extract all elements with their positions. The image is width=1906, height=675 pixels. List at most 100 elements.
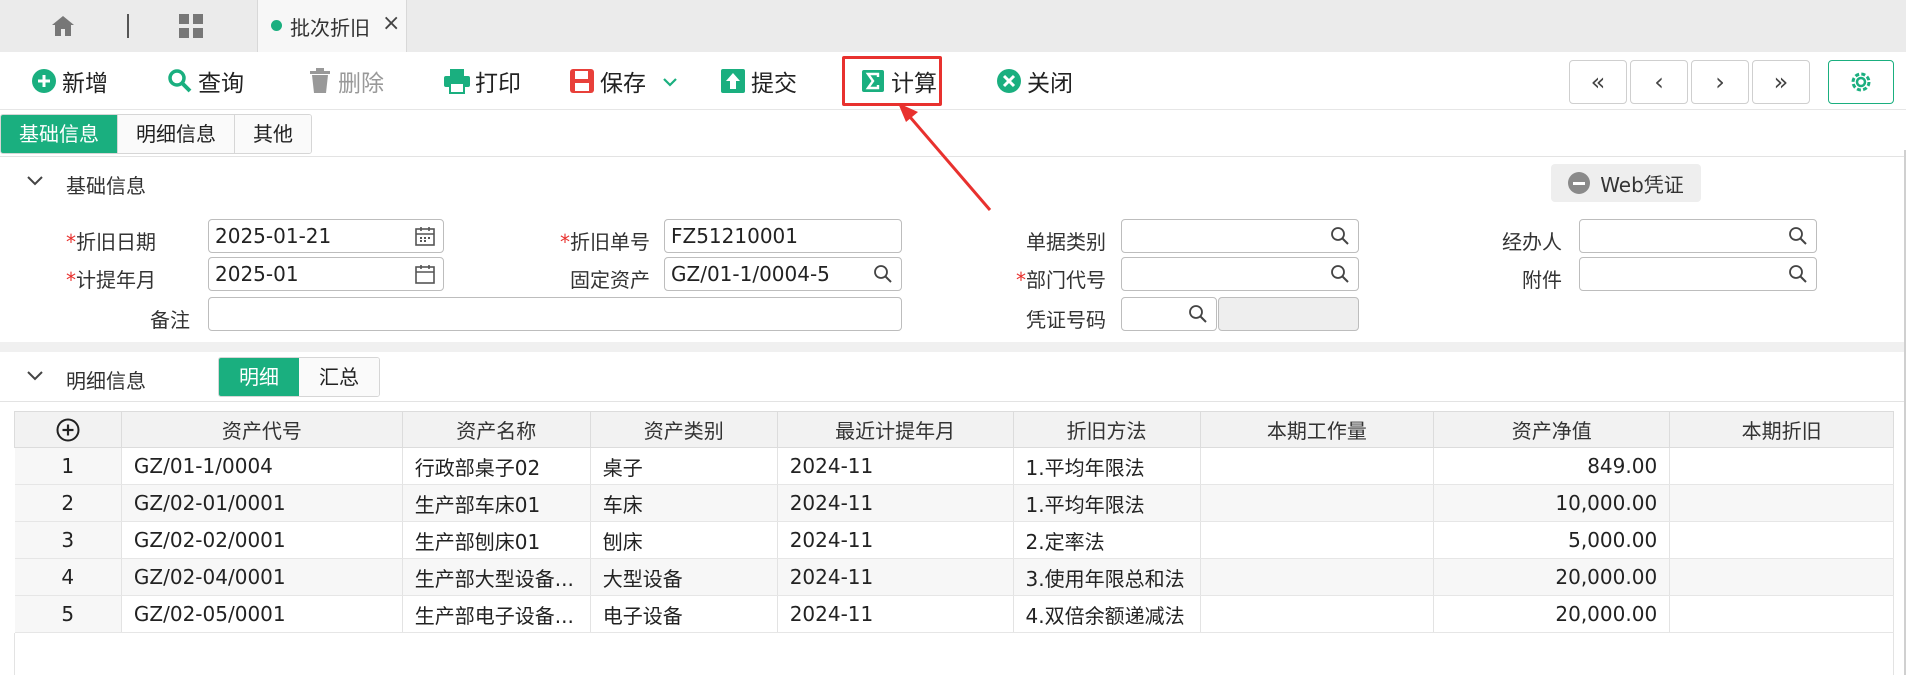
dep-method-cell[interactable]: 1.平均年限法 [1013,447,1201,485]
dep-no-field[interactable]: FZ51210001 [664,219,902,253]
column-header[interactable]: 最近计提年月 [776,411,1014,448]
remark-field[interactable] [208,297,902,331]
doc-type-field[interactable] [1121,219,1359,253]
voucher-no-field[interactable] [1121,297,1217,331]
save-disk-icon [568,67,596,95]
submit-button[interactable]: 提交 [719,64,797,98]
query-button[interactable]: 查询 [166,64,244,98]
table-row[interactable]: 5 GZ/02-05/0001 生产部电子设备... 电子设备 2024-11 … [14,595,1894,633]
current-dep-cell[interactable] [1669,484,1894,522]
table-row[interactable]: 3 GZ/02-02/0001 生产部刨床01 刨床 2024-11 2.定率法… [14,521,1894,559]
chevron-down-icon[interactable] [662,68,678,94]
dep-method-cell[interactable]: 3.使用年限总和法 [1013,558,1201,596]
close-button[interactable]: 关闭 [995,64,1073,98]
calendar-icon[interactable] [415,264,435,284]
add-row-header[interactable] [14,411,122,448]
asset-name-cell[interactable]: 生产部电子设备... [402,595,591,633]
search-icon[interactable] [1788,226,1808,246]
subtab-detail[interactable]: 明细 [219,358,299,396]
current-dep-cell[interactable] [1669,595,1894,633]
search-icon[interactable] [1330,264,1350,284]
workload-cell[interactable] [1200,521,1435,559]
current-dep-cell[interactable] [1669,558,1894,596]
column-header[interactable]: 本期工作量 [1199,411,1435,448]
last-accrual-cell[interactable]: 2024-11 [777,558,1014,596]
tab-other[interactable]: 其他 [235,115,311,153]
tab-batch-depreciation[interactable]: 批次折旧 × [257,0,407,52]
search-icon[interactable] [873,264,893,284]
last-accrual-cell[interactable]: 2024-11 [777,447,1014,485]
close-tab-icon[interactable]: × [382,11,400,36]
last-accrual-cell[interactable]: 2024-11 [777,521,1014,559]
column-header[interactable]: 本期折旧 [1669,411,1894,448]
dep-method-cell[interactable]: 1.平均年限法 [1013,484,1201,522]
current-dep-cell[interactable] [1669,447,1894,485]
table-row[interactable]: 2 GZ/02-01/0001 生产部车床01 车床 2024-11 1.平均年… [14,484,1894,522]
search-icon[interactable] [1188,304,1208,324]
search-icon[interactable] [1788,264,1808,284]
add-button[interactable]: 新增 [30,64,108,98]
net-value-cell[interactable]: 849.00 [1433,447,1671,485]
grid-apps-icon[interactable] [178,13,204,39]
prev-record-button[interactable]: ‹ [1630,60,1688,104]
attachment-field[interactable] [1579,257,1817,291]
column-header[interactable]: 资产类别 [589,411,778,448]
net-value-cell[interactable]: 20,000.00 [1433,558,1671,596]
asset-name-cell[interactable]: 行政部桌子02 [402,447,591,485]
asset-category-cell[interactable]: 车床 [590,484,778,522]
calendar-icon[interactable] [415,226,435,246]
plus-circle-icon[interactable] [56,418,80,442]
workload-cell[interactable] [1200,484,1435,522]
net-value-cell[interactable]: 10,000.00 [1433,484,1671,522]
dept-code-field[interactable] [1121,257,1359,291]
asset-category-cell[interactable]: 刨床 [590,521,778,559]
column-header[interactable]: 折旧方法 [1012,411,1201,448]
first-record-button[interactable]: « [1569,60,1627,104]
next-record-button[interactable]: › [1691,60,1749,104]
net-value-cell[interactable]: 5,000.00 [1433,521,1671,559]
table-row[interactable]: 4 GZ/02-04/0001 生产部大型设备... 大型设备 2024-11 … [14,558,1894,596]
current-dep-cell[interactable] [1669,521,1894,559]
fixed-asset-field[interactable]: GZ/01-1/0004-5 [664,257,902,291]
asset-code-cell[interactable]: GZ/01-1/0004 [121,447,403,485]
settings-button[interactable] [1828,60,1894,104]
chevron-down-icon[interactable] [26,366,44,387]
asset-category-cell[interactable]: 电子设备 [590,595,778,633]
dep-date-field[interactable]: 2025-01-21 [208,219,444,253]
asset-code-cell[interactable]: GZ/02-04/0001 [121,558,403,596]
web-voucher-button[interactable]: Web凭证 [1551,164,1701,202]
column-header[interactable]: 资产名称 [401,411,591,448]
accrual-month-label: *计提年月 [66,268,156,292]
subtab-summary[interactable]: 汇总 [299,358,379,396]
last-record-button[interactable]: » [1752,60,1810,104]
chevron-down-icon[interactable] [26,171,44,192]
asset-name-cell[interactable]: 生产部刨床01 [402,521,591,559]
handler-field[interactable] [1579,219,1817,253]
dep-method-cell[interactable]: 4.双倍余额递减法 [1013,595,1201,633]
workload-cell[interactable] [1200,595,1435,633]
asset-category-cell[interactable]: 大型设备 [590,558,778,596]
delete-button[interactable]: 删除 [306,64,384,98]
workload-cell[interactable] [1200,447,1435,485]
dep-method-cell[interactable]: 2.定率法 [1013,521,1201,559]
asset-code-cell[interactable]: GZ/02-01/0001 [121,484,403,522]
print-button[interactable]: 打印 [443,64,521,98]
search-icon[interactable] [1330,226,1350,246]
asset-category-cell[interactable]: 桌子 [590,447,778,485]
asset-name-cell[interactable]: 生产部车床01 [402,484,591,522]
table-row[interactable]: 1 GZ/01-1/0004 行政部桌子02 桌子 2024-11 1.平均年限… [14,447,1894,485]
asset-name-cell[interactable]: 生产部大型设备... [402,558,591,596]
save-button[interactable]: 保存 [568,64,678,98]
accrual-month-field[interactable]: 2025-01 [208,257,444,291]
home-icon[interactable] [50,14,76,38]
column-header[interactable]: 资产净值 [1433,411,1671,448]
asset-code-cell[interactable]: GZ/02-02/0001 [121,521,403,559]
workload-cell[interactable] [1200,558,1435,596]
asset-code-cell[interactable]: GZ/02-05/0001 [121,595,403,633]
last-accrual-cell[interactable]: 2024-11 [777,595,1014,633]
tab-detail-info[interactable]: 明细信息 [118,115,235,153]
last-accrual-cell[interactable]: 2024-11 [777,484,1014,522]
net-value-cell[interactable]: 20,000.00 [1433,595,1671,633]
column-header[interactable]: 资产代号 [120,411,403,448]
tab-basic-info[interactable]: 基础信息 [1,115,118,153]
